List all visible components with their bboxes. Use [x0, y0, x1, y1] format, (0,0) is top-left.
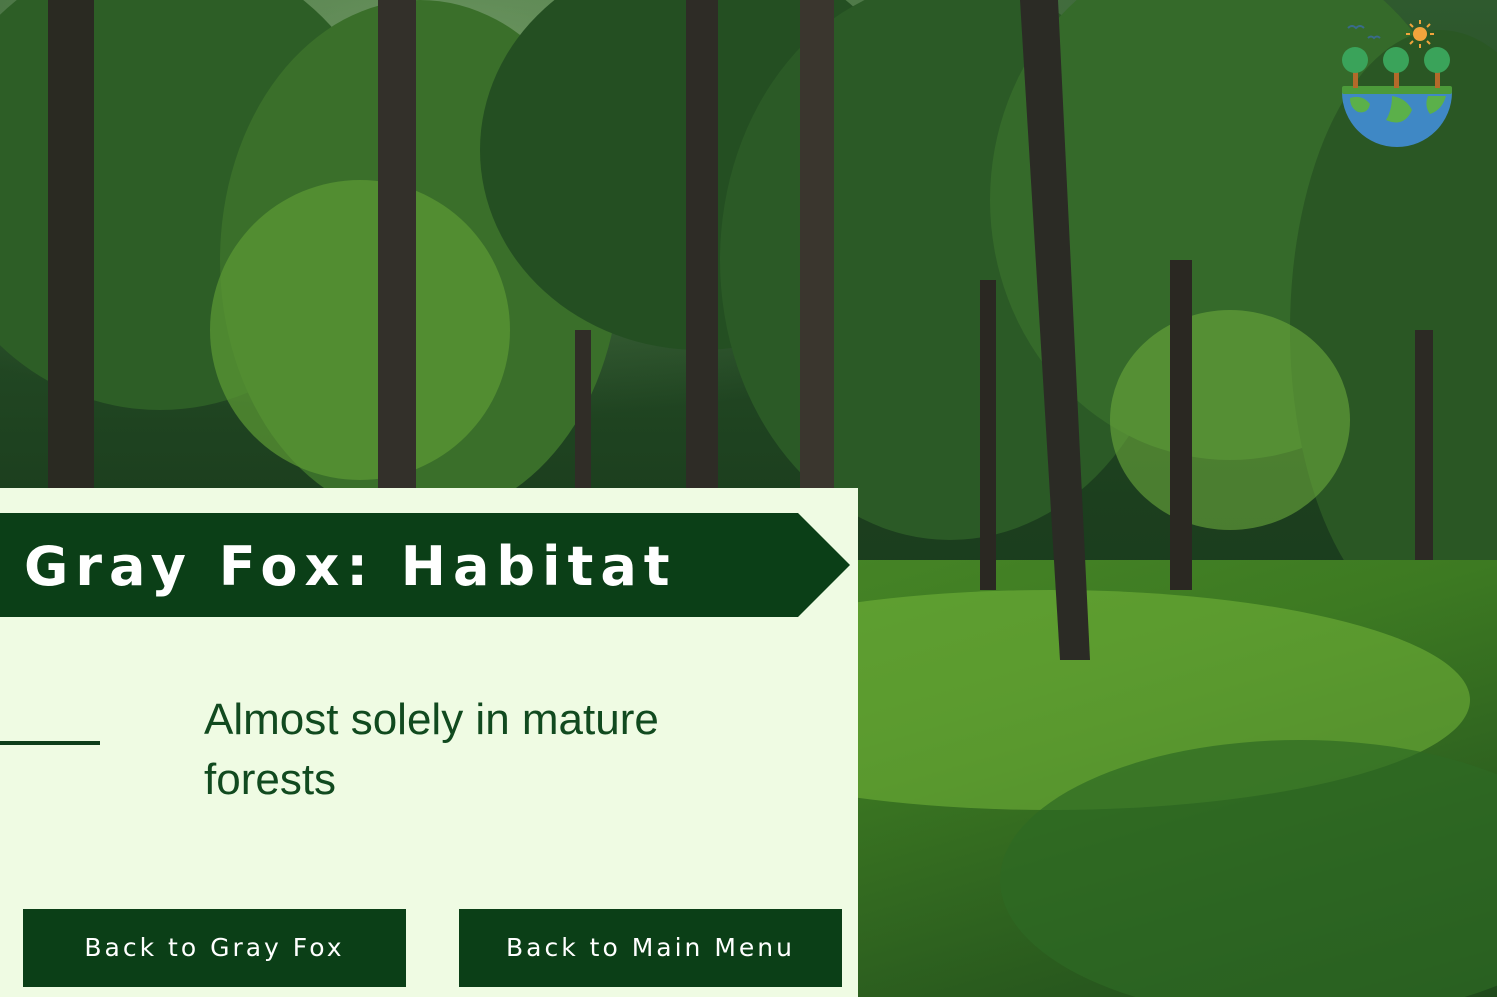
back-to-gray-fox-button[interactable]: Back to Gray Fox [23, 909, 406, 987]
accent-divider [0, 741, 100, 745]
back-to-main-menu-button[interactable]: Back to Main Menu [459, 909, 842, 987]
slide-stage: Gray Fox: Habitat Almost solely in matur… [0, 0, 1497, 997]
earth-trees-logo [1330, 14, 1462, 150]
earth-trees-sun-icon [1342, 20, 1452, 147]
habitat-description: Almost solely in mature forests [204, 695, 659, 804]
page-title: Gray Fox: Habitat [24, 535, 677, 598]
